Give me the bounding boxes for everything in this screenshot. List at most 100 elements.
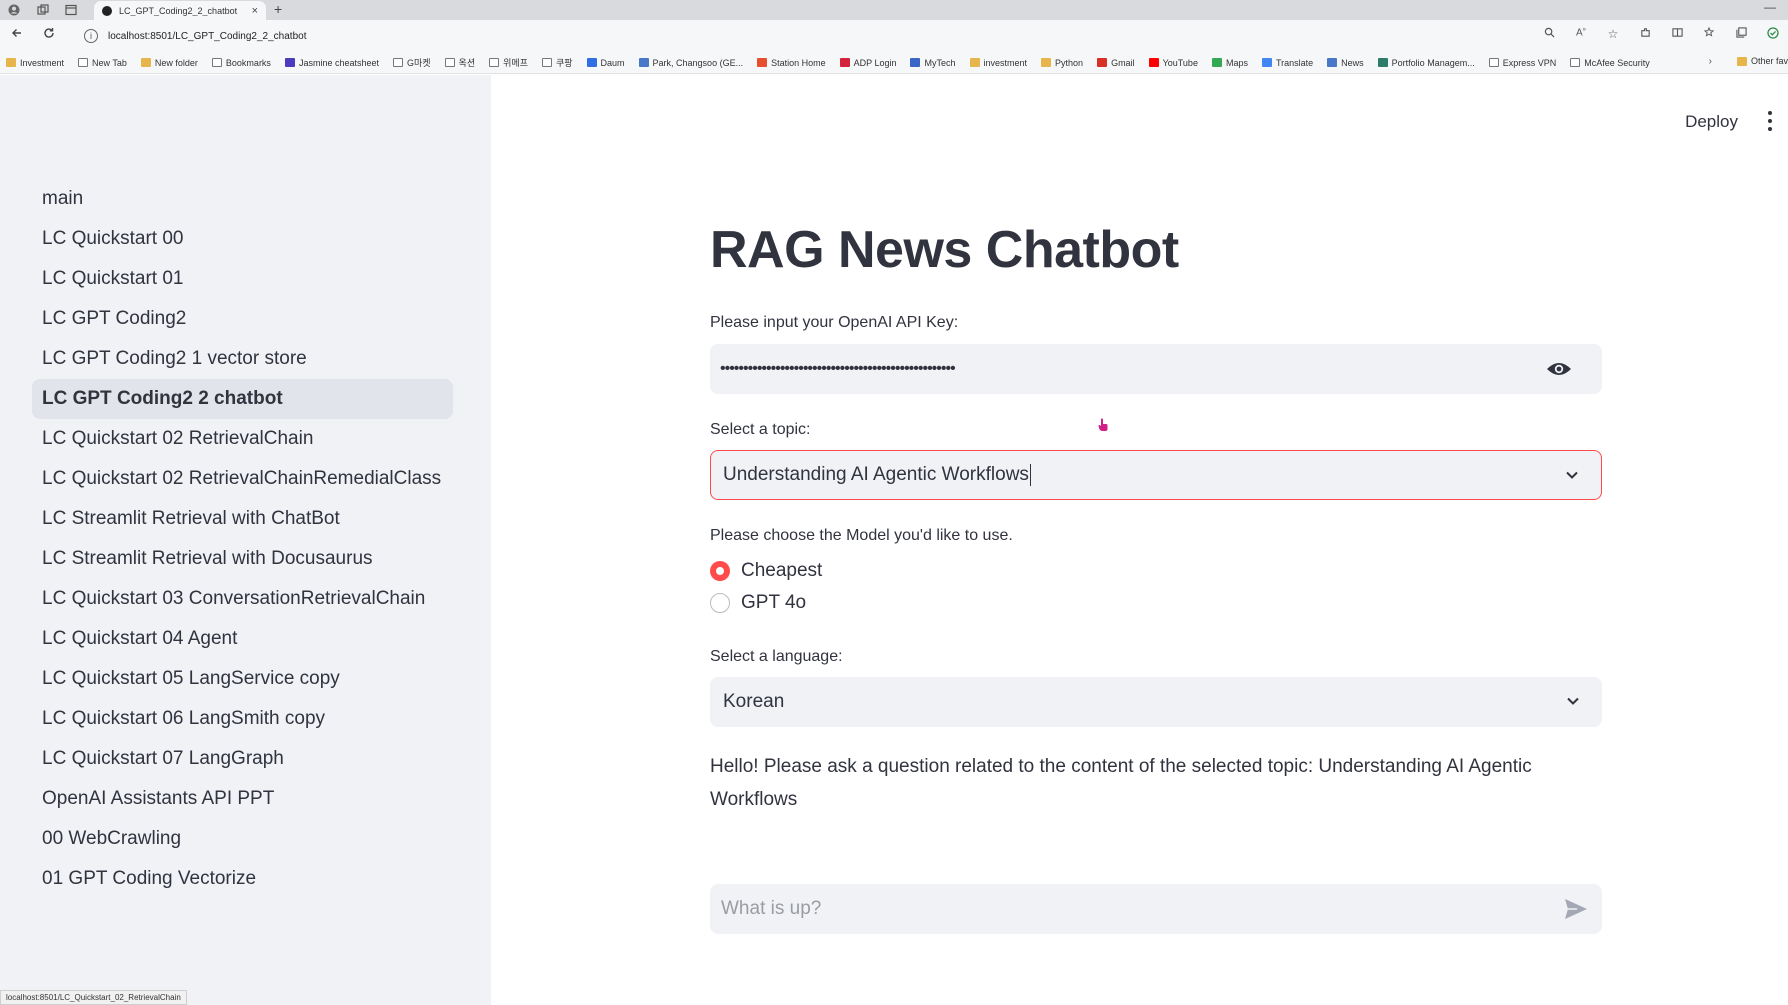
- bookmark-item[interactable]: page-iconExpress VPN: [1488, 58, 1556, 68]
- address-bar[interactable]: i localhost:8501/LC_GPT_Coding2_2_chatbo…: [76, 24, 1556, 48]
- bookmark-label: Translate: [1275, 57, 1314, 68]
- bookmark-item[interactable]: page-iconNew Tab: [78, 58, 127, 68]
- main-menu-icon[interactable]: [1766, 111, 1774, 131]
- profile-icon[interactable]: [7, 3, 21, 17]
- bookmark-item[interactable]: page-iconG마켓: [392, 56, 431, 69]
- sidebar-nav-item[interactable]: main: [32, 179, 453, 219]
- bookmark-item[interactable]: globe-iconMyTech: [910, 58, 956, 68]
- site-info-icon[interactable]: i: [84, 29, 98, 43]
- browser-essentials-icon[interactable]: [1764, 27, 1782, 42]
- zoom-icon[interactable]: [1540, 27, 1558, 42]
- sidebar-nav-item[interactable]: OpenAI Assistants API PPT: [32, 779, 453, 819]
- maps-icon: maps-icon: [1211, 58, 1222, 67]
- bookmark-label: Maps: [1225, 57, 1248, 68]
- chevron-down-icon[interactable]: [1565, 468, 1579, 482]
- deploy-button[interactable]: Deploy: [1685, 112, 1738, 132]
- favorite-star-icon[interactable]: ☆: [1604, 27, 1622, 42]
- sidebar-nav-item[interactable]: LC Quickstart 03 ConversationRetrievalCh…: [32, 579, 453, 619]
- page-icon: page-icon: [1488, 58, 1499, 67]
- tab-actions-icon[interactable]: [64, 3, 78, 17]
- chat-input[interactable]: [710, 884, 1540, 934]
- bookmark-item[interactable]: app-iconJasmine cheatsheet: [284, 58, 379, 68]
- bookmark-item[interactable]: page-icon쿠팡: [541, 56, 573, 69]
- extensions-icon[interactable]: [1636, 27, 1654, 42]
- bookmark-item[interactable]: daum-iconDaum: [586, 58, 625, 68]
- topic-select[interactable]: Understanding AI Agentic Workflows: [710, 450, 1602, 500]
- bookmark-label: Park, Changsoo (GE...: [652, 57, 744, 68]
- bookmark-item[interactable]: adp-iconADP Login: [839, 58, 896, 68]
- sidebar-nav-item[interactable]: LC GPT Coding2: [32, 299, 453, 339]
- bookmarks-overflow-chevron-icon[interactable]: ›: [1709, 56, 1712, 67]
- streamlit-favicon-icon: [102, 5, 112, 16]
- sidebar-nav-item[interactable]: LC Quickstart 06 LangSmith copy: [32, 699, 453, 739]
- send-icon[interactable]: [1564, 898, 1588, 920]
- bookmark-item[interactable]: folder-iconinvestment: [969, 58, 1027, 68]
- sidebar-nav-item[interactable]: LC Quickstart 05 LangService copy: [32, 659, 453, 699]
- adp-icon: adp-icon: [839, 58, 850, 67]
- sidebar-nav-item[interactable]: LC Quickstart 01: [32, 259, 453, 299]
- bookmark-item[interactable]: page-iconMcAfee Security: [1570, 58, 1650, 68]
- bookmark-item[interactable]: gmail-iconGmail: [1097, 58, 1135, 68]
- back-arrow-icon[interactable]: [8, 27, 26, 42]
- sidebar-nav-item-label: LC Quickstart 04 Agent: [42, 628, 238, 649]
- page-icon: page-icon: [392, 58, 403, 67]
- language-label: Select a language:: [710, 648, 843, 665]
- read-aloud-icon[interactable]: A»: [1572, 27, 1590, 42]
- bookmark-item[interactable]: translate-iconTranslate: [1261, 57, 1314, 68]
- sidebar-nav-item[interactable]: LC Quickstart 02 RetrievalChainRemedialC…: [32, 459, 453, 499]
- close-tab-icon[interactable]: ×: [252, 5, 258, 17]
- api-key-input[interactable]: ••••••••••••••••••••••••••••••••••••••••…: [710, 344, 1602, 394]
- chevron-down-icon[interactable]: [1566, 694, 1580, 708]
- youtube-icon: youtube-icon: [1148, 58, 1159, 67]
- bookmark-item[interactable]: folder-iconNew folder: [140, 58, 198, 68]
- bookmark-item[interactable]: globe-iconPortfolio Managem...: [1377, 57, 1475, 68]
- sidebar-nav-item[interactable]: 00 WebCrawling: [32, 819, 453, 859]
- sidebar-nav-item-label: LC Quickstart 02 RetrievalChain: [42, 428, 314, 449]
- sidebar-nav-item[interactable]: LC Streamlit Retrieval with ChatBot: [32, 499, 453, 539]
- radio-selected-icon[interactable]: [710, 561, 730, 581]
- bookmark-item[interactable]: grid-iconStation Home: [757, 58, 826, 68]
- model-radio-option[interactable]: Cheapest: [710, 560, 822, 582]
- sidebar-nav-item[interactable]: LC Quickstart 07 LangGraph: [32, 739, 453, 779]
- language-select[interactable]: Korean: [710, 677, 1602, 727]
- bookmark-item[interactable]: folder-iconPython: [1041, 58, 1083, 68]
- browser-titlebar: LC_GPT_Coding2_2_chatbot × + —: [0, 0, 1788, 20]
- bookmark-item[interactable]: youtube-iconYouTube: [1148, 58, 1198, 68]
- radio-unselected-icon[interactable]: [710, 593, 730, 613]
- workspaces-icon[interactable]: [36, 3, 50, 17]
- bookmark-item[interactable]: maps-iconMaps: [1211, 57, 1248, 68]
- sidebar-nav-item[interactable]: LC GPT Coding2 2 chatbot: [32, 379, 453, 419]
- collections-icon[interactable]: [1732, 27, 1750, 42]
- api-key-label: Please input your OpenAI API Key:: [710, 314, 959, 331]
- browser-tab-active[interactable]: LC_GPT_Coding2_2_chatbot ×: [94, 1, 266, 20]
- sidebar-nav-item[interactable]: LC GPT Coding2 1 vector store: [32, 339, 453, 379]
- gmail-icon: gmail-icon: [1097, 58, 1108, 67]
- other-favorites-folder[interactable]: Other fav: [1730, 56, 1788, 66]
- show-password-eye-icon[interactable]: [1546, 360, 1572, 378]
- bookmark-item[interactable]: globe-iconPark, Changsoo (GE...: [638, 57, 744, 68]
- sidebar-nav-item-label: LC Quickstart 06 LangSmith copy: [42, 708, 326, 729]
- sidebar-nav-item[interactable]: LC Quickstart 00: [32, 219, 453, 259]
- bookmark-label: Portfolio Managem...: [1391, 57, 1475, 68]
- bookmark-label: Bookmarks: [225, 57, 271, 68]
- sidebar-nav-item[interactable]: LC Quickstart 04 Agent: [32, 619, 453, 659]
- model-radio-option[interactable]: GPT 4o: [710, 592, 806, 614]
- sidebar-nav-item-label: 00 WebCrawling: [42, 828, 182, 849]
- sidebar-nav-item[interactable]: LC Quickstart 02 RetrievalChain: [32, 419, 453, 459]
- sidebar-nav-item[interactable]: 01 GPT Coding Vectorize: [32, 859, 453, 899]
- bookmark-item[interactable]: page-iconBookmarks: [211, 57, 271, 68]
- bookmark-item[interactable]: page-icon옥션: [444, 56, 475, 69]
- sidebar-nav-item-label: LC Streamlit Retrieval with ChatBot: [42, 508, 340, 529]
- tab-title: LC_GPT_Coding2_2_chatbot: [119, 5, 238, 16]
- bookmark-item[interactable]: page-icon위메프: [489, 56, 528, 69]
- refresh-icon[interactable]: [40, 27, 58, 42]
- split-screen-icon[interactable]: [1668, 27, 1686, 42]
- sidebar-nav: main LC Quickstart 00 LC Quickstart 01 LC G…: [32, 179, 453, 899]
- bookmark-item[interactable]: folder-icon Investment: [6, 58, 64, 68]
- new-tab-button[interactable]: +: [274, 1, 282, 17]
- sidebar-nav-item[interactable]: LC Streamlit Retrieval with Docusaurus: [32, 539, 453, 579]
- bookmark-item[interactable]: globe-iconNews: [1327, 58, 1364, 68]
- page-icon: page-icon: [444, 58, 455, 67]
- minimize-window-button[interactable]: —: [1764, 0, 1776, 14]
- favorites-list-icon[interactable]: [1700, 26, 1718, 42]
